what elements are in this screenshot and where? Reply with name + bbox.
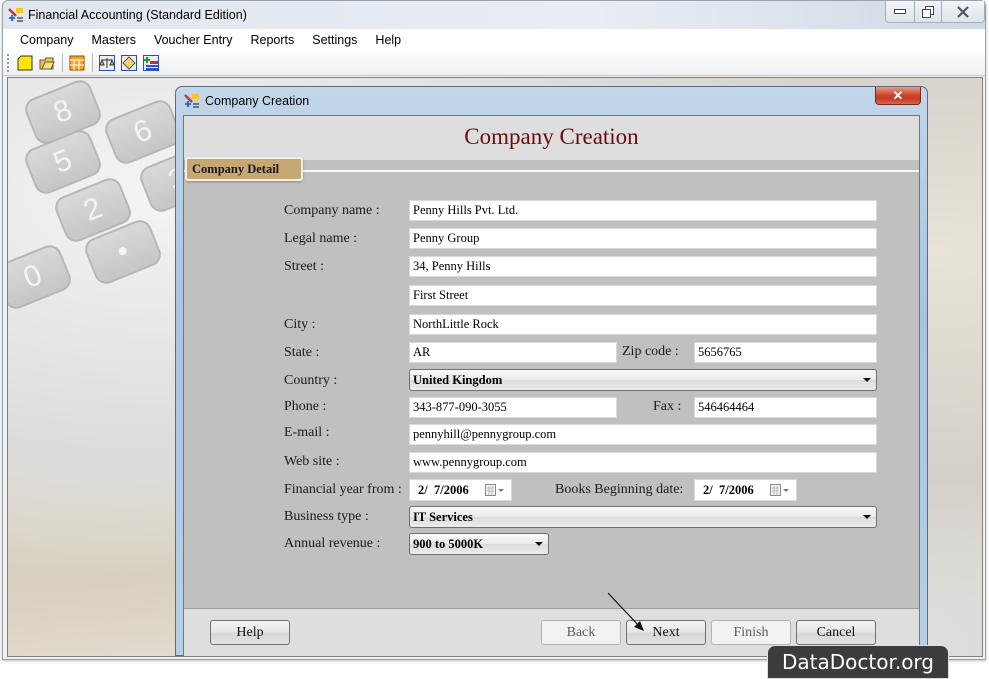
annual-revenue-label: Annual revenue :	[284, 536, 381, 551]
toolbar-new-button[interactable]	[16, 54, 34, 72]
dialog-client-area: Company Creation Company name : Penny Hi…	[183, 115, 920, 656]
finish-button[interactable]: Finish	[711, 620, 791, 645]
menu-masters[interactable]: Masters	[83, 31, 145, 49]
toolbar-separator	[62, 54, 63, 72]
calculator-icon	[69, 55, 85, 71]
annual-revenue-select[interactable]: 900 to 5000K	[409, 533, 549, 555]
legal-name-input[interactable]: Penny Group	[409, 228, 877, 249]
street-label: Street :	[284, 259, 325, 274]
legal-name-label: Legal name :	[284, 231, 358, 246]
menu-reports[interactable]: Reports	[241, 31, 303, 49]
fax-input[interactable]: 546464464	[694, 397, 877, 418]
help-button[interactable]: Help	[210, 620, 290, 645]
company-name-input[interactable]: Penny Hills Pvt. Ltd.	[409, 200, 877, 221]
balance-scale-icon	[99, 55, 115, 71]
title-bar: Financial Accounting (Standard Edition)	[3, 1, 985, 29]
website-input[interactable]: www.pennygroup.com	[409, 452, 877, 473]
state-input[interactable]: AR	[409, 342, 617, 363]
chevron-down-icon	[535, 542, 543, 546]
company-detail-panel: Company name : Penny Hills Pvt. Ltd. Leg…	[184, 170, 919, 608]
chevron-down-icon	[863, 515, 871, 519]
toolbar-balance-button[interactable]	[98, 54, 116, 72]
books-beginning-date-label: Books Beginning date:	[555, 482, 684, 497]
calendar-icon	[770, 484, 789, 496]
website-label: Web site :	[284, 454, 340, 469]
street-line1-input[interactable]: 34, Penny Hills	[409, 256, 877, 277]
add-ledger-icon	[143, 55, 159, 71]
toolbar-calculator-button[interactable]	[68, 54, 86, 72]
toolbar	[3, 51, 985, 76]
dialog-close-button[interactable]: ✕	[875, 87, 921, 105]
email-label: E-mail :	[284, 425, 330, 440]
minimize-icon	[894, 8, 906, 14]
annual-revenue-select-value: 900 to 5000K	[413, 537, 484, 551]
menu-bar: Company Masters Voucher Entry Reports Se…	[3, 29, 739, 51]
street-line2-input[interactable]: First Street	[409, 285, 877, 306]
open-folder-icon	[39, 57, 55, 70]
zip-code-label: Zip code :	[622, 344, 679, 359]
menu-voucher-entry[interactable]: Voucher Entry	[145, 31, 242, 49]
toolbar-voucher-button[interactable]	[120, 54, 138, 72]
toolbar-grip[interactable]	[7, 54, 10, 72]
background-calculator-key: 0	[8, 241, 75, 313]
cancel-button[interactable]: Cancel	[796, 620, 876, 645]
restore-icon	[922, 5, 934, 18]
phone-label: Phone :	[284, 399, 327, 414]
dialog-title: Company Creation	[205, 94, 310, 108]
new-file-icon	[17, 55, 33, 71]
financial-year-from-datepicker[interactable]: 2/ 7/2006	[409, 479, 512, 501]
back-button[interactable]: Back	[541, 620, 621, 645]
menu-bar-filler	[739, 29, 985, 51]
calendar-icon	[485, 484, 504, 496]
email-input[interactable]: pennyhill@pennygroup.com	[409, 424, 877, 445]
calendar-dropdown-icon[interactable]	[770, 484, 790, 497]
country-select[interactable]: United Kingdom	[409, 369, 877, 391]
city-input[interactable]: NorthLittle Rock	[409, 314, 877, 335]
company-name-label: Company name :	[284, 203, 380, 218]
app-logo-icon	[184, 94, 199, 108]
zip-code-input[interactable]: 5656765	[694, 342, 877, 363]
app-logo-icon	[8, 8, 23, 22]
business-type-select[interactable]: IT Services	[409, 506, 877, 528]
close-button[interactable]	[941, 1, 985, 23]
business-type-label: Business type :	[284, 509, 369, 524]
menu-settings[interactable]: Settings	[303, 31, 366, 49]
country-label: Country :	[284, 373, 338, 388]
app-title: Financial Accounting (Standard Edition)	[28, 8, 247, 22]
next-button[interactable]: Next	[626, 620, 706, 645]
fax-label: Fax :	[653, 399, 682, 414]
business-type-select-value: IT Services	[413, 510, 473, 524]
calendar-dropdown-icon[interactable]	[485, 484, 505, 497]
dialog-heading: Company Creation	[464, 124, 639, 149]
toolbar-open-button[interactable]	[38, 54, 56, 72]
chevron-down-icon	[863, 378, 871, 382]
company-detail-tab[interactable]: Company Detail	[185, 157, 303, 181]
financial-year-from-value: 2/ 7/2006	[418, 483, 469, 497]
menu-help[interactable]: Help	[366, 31, 410, 49]
toolbar-separator	[92, 54, 93, 72]
phone-input[interactable]: 343-877-090-3055	[409, 397, 617, 418]
toolbar-add-ledger-button[interactable]	[142, 54, 160, 72]
books-beginning-date-datepicker[interactable]: 2/ 7/2006	[694, 479, 797, 501]
state-label: State :	[284, 345, 320, 360]
close-icon: ✕	[892, 87, 904, 103]
minimize-button[interactable]	[885, 1, 915, 23]
close-icon	[957, 5, 969, 18]
menu-company[interactable]: Company	[11, 31, 83, 49]
voucher-icon	[121, 55, 137, 71]
financial-year-from-label: Financial year from :	[284, 482, 402, 497]
city-label: City :	[284, 317, 316, 332]
watermark-badge: DataDoctor.org	[767, 645, 949, 679]
company-creation-dialog: Company Creation ✕ Company Creation Comp…	[175, 86, 928, 656]
country-select-value: United Kingdom	[413, 373, 503, 387]
books-beginning-date-value: 2/ 7/2006	[703, 483, 754, 497]
restore-button[interactable]	[914, 1, 942, 23]
